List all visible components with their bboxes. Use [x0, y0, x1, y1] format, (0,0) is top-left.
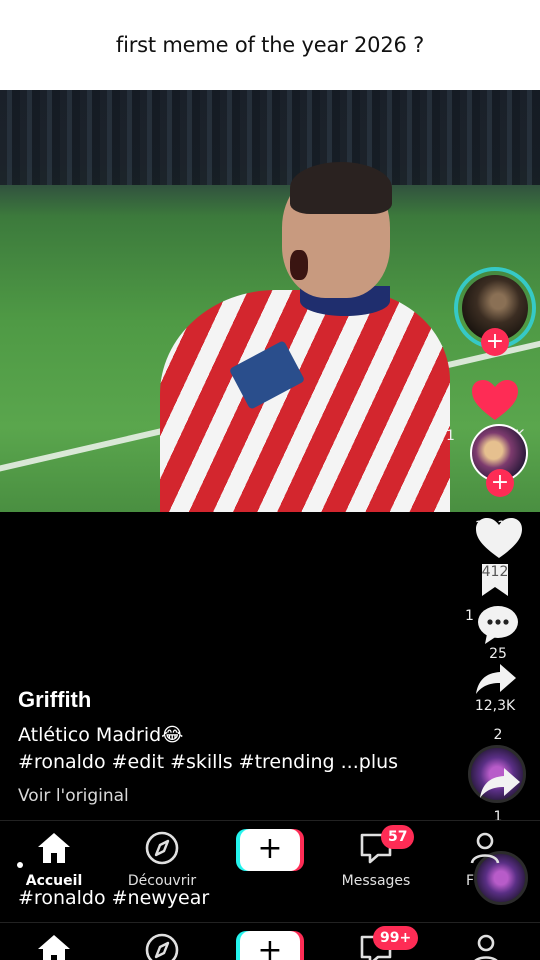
share-icon[interactable] [474, 662, 518, 696]
create-button-2[interactable]: + [240, 931, 300, 960]
post-description-line1: Atlético Madrid😂 [18, 724, 184, 746]
nav-messages-label: Messages [341, 873, 411, 889]
share-count-a: 25 [489, 646, 507, 662]
post-username[interactable]: Griffith [18, 687, 91, 713]
home-icon [38, 833, 70, 863]
nav-discover[interactable]: Découvrir [114, 831, 210, 889]
heart-icon[interactable] [472, 380, 518, 422]
messages-badge-2: 99+ [373, 926, 419, 950]
compass-icon [145, 831, 179, 865]
share-count-b: 12,3K [474, 698, 516, 714]
player-hair [290, 162, 392, 214]
creator-avatar[interactable]: + [454, 267, 536, 356]
post-description-line2[interactable]: #ronaldo #edit #skills #trending ...plus [18, 751, 398, 773]
active-dot [17, 862, 23, 868]
home-icon-2[interactable] [36, 933, 72, 960]
video-crowd [0, 90, 540, 185]
nav-profile[interactable]: F [440, 831, 530, 889]
repost-icon[interactable] [478, 766, 522, 800]
see-original-link[interactable]: Voir l'original [18, 786, 129, 806]
compass-icon-2[interactable] [144, 933, 180, 960]
nav-profile-label: F [466, 873, 475, 889]
person-icon [470, 832, 500, 864]
follow-plus-icon[interactable]: + [481, 328, 509, 356]
share-count-c: 2 [493, 727, 503, 743]
extra-hashtags[interactable]: #ronaldo #newyear [18, 887, 209, 909]
like-count-partial: 1 [446, 428, 455, 444]
person-icon-2[interactable] [468, 933, 504, 960]
caption-bar: first meme of the year 2026 ? [0, 0, 540, 90]
create-button[interactable]: + [240, 829, 300, 871]
player-jersey [160, 290, 450, 512]
nav-home[interactable]: Accueil [6, 831, 102, 889]
messages-badge: 57 [381, 825, 415, 849]
heart-outline-icon[interactable] [476, 518, 522, 560]
comment-icon[interactable] [477, 604, 519, 644]
follow-plus-icon-2[interactable]: + [486, 469, 514, 497]
caption-text: first meme of the year 2026 ? [115, 33, 425, 57]
player-mouth [290, 250, 308, 280]
bookmark-count: 412 [481, 564, 509, 580]
